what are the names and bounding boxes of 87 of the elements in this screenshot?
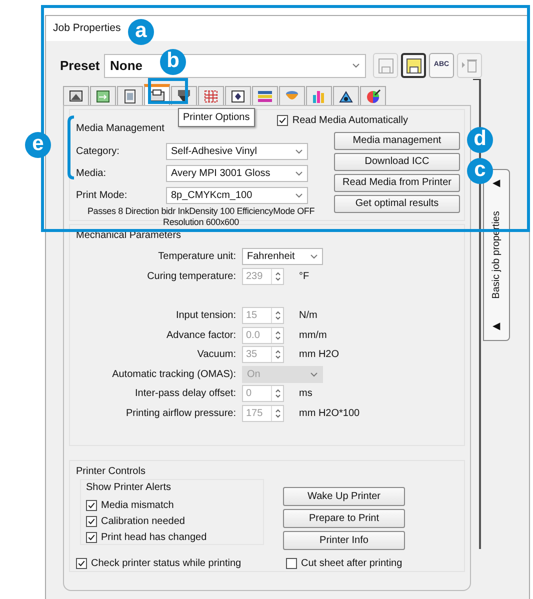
unit-label: °F (299, 270, 310, 284)
page-icon (122, 88, 138, 104)
printer-icon (149, 88, 165, 104)
unit-label: ms (299, 387, 312, 402)
check-icon (87, 532, 96, 543)
read-media-label: Read Media Automatically (292, 114, 408, 128)
caret-icon (295, 148, 303, 154)
alert-checkbox[interactable] (86, 532, 97, 543)
dropdown[interactable]: Self-Adhesive Vinyl (166, 142, 308, 160)
action-button[interactable]: Media management (334, 132, 460, 150)
dropdown[interactable]: 8p_CMYKcm_100 (166, 186, 308, 204)
tab[interactable] (117, 86, 143, 105)
picture-icon (68, 88, 84, 104)
tab[interactable] (333, 86, 359, 105)
unit-label: mm H2O*100 (299, 406, 360, 421)
spin-arrows-icon (274, 272, 280, 281)
preset-label: Preset (60, 56, 101, 75)
unit-label: N/m (299, 309, 318, 324)
frame-icon (230, 88, 246, 104)
check-icon (87, 516, 96, 527)
tab[interactable] (360, 86, 386, 105)
field-label: Input tension: (174, 309, 237, 324)
tab[interactable] (63, 86, 89, 105)
alert-checkbox[interactable] (86, 516, 97, 527)
caret-icon (295, 192, 303, 198)
spin-arrows-icon (274, 408, 280, 418)
field-label: Vacuum: (196, 348, 237, 362)
callout-marker: e (25, 132, 51, 158)
action-button[interactable]: Wake Up Printer (283, 487, 405, 506)
check-icon (278, 115, 288, 126)
save-as-button[interactable] (401, 53, 426, 78)
mode-info-text: Passes 8 Direction bidr InkDensity 100 EfficiencyMode OFF (86, 206, 316, 217)
spin-arrows-icon (274, 389, 280, 398)
field-label: Print Mode: (76, 188, 128, 202)
bars-icon (311, 88, 327, 104)
collapse-arrow: ◀ (492, 177, 500, 191)
field-label: Media: (76, 166, 108, 180)
section-title: Mechanical Parameters (76, 229, 182, 243)
spin-arrows-icon (274, 330, 280, 340)
field-label: Advance factor: (166, 328, 237, 343)
bracket-drawing (65, 115, 77, 180)
check-icon (77, 558, 86, 569)
unit-label: mm H2O (299, 348, 339, 362)
alert-label: Print head has changed (101, 531, 207, 545)
action-button[interactable]: Prepare to Print (283, 509, 405, 528)
field-label: Automatic tracking (OMAS): (111, 368, 237, 382)
nozzle-icon (176, 88, 192, 104)
trash-icon (461, 58, 478, 74)
action-button[interactable]: Get optimal results (334, 195, 460, 213)
cut-sheet-checkbox[interactable] (286, 558, 297, 569)
spin-arrows-icon (274, 350, 280, 360)
status-label: Check printer status while printing (91, 557, 242, 571)
alert-label: Media mismatch (101, 499, 174, 513)
color-strips-icon (257, 88, 273, 104)
alert-label: Calibration needed (101, 515, 185, 529)
action-button[interactable]: Printer Info (283, 531, 405, 550)
tab[interactable] (90, 86, 116, 105)
action-button[interactable]: Download ICC (334, 153, 460, 171)
color-wheel-icon (365, 88, 381, 104)
tooltip: Printer Options (178, 108, 255, 127)
caret-icon (310, 372, 318, 377)
grid-icon (203, 88, 219, 104)
caret-icon (295, 170, 303, 176)
dropdown[interactable]: Avery MPI 3001 Gloss (166, 164, 308, 182)
unit-label: mm/m (299, 328, 327, 343)
media-management-title: Media Management (76, 122, 164, 136)
caret-icon (310, 254, 318, 260)
field-label: Category: (76, 144, 120, 158)
field-label: Printing airflow pressure: (124, 406, 237, 421)
section-title: Printer Controls (76, 465, 146, 479)
field-label: Curing temperature: (146, 270, 237, 284)
check-icon (87, 500, 96, 511)
action-button[interactable]: Read Media from Printer (334, 174, 460, 192)
mode-info-text: Resolution 600x600 (162, 217, 240, 228)
subsection-title: Show Printer Alerts (86, 481, 172, 495)
tab[interactable] (225, 86, 251, 105)
field-label: Temperature unit: (157, 250, 237, 264)
cut-sheet-label: Cut sheet after printing (301, 557, 402, 571)
alert-checkbox[interactable] (86, 500, 97, 511)
status-checkbox[interactable] (76, 558, 87, 569)
triangle-icon (338, 88, 354, 104)
read-media-checkbox[interactable] (277, 115, 288, 126)
caret-icon (352, 63, 360, 68)
collapse-arrow: ◀ (492, 320, 500, 334)
spin-arrows-icon (274, 311, 280, 320)
dropdown[interactable]: Fahrenheit (242, 248, 323, 266)
field-label: Inter-pass delay offset: (134, 387, 237, 402)
